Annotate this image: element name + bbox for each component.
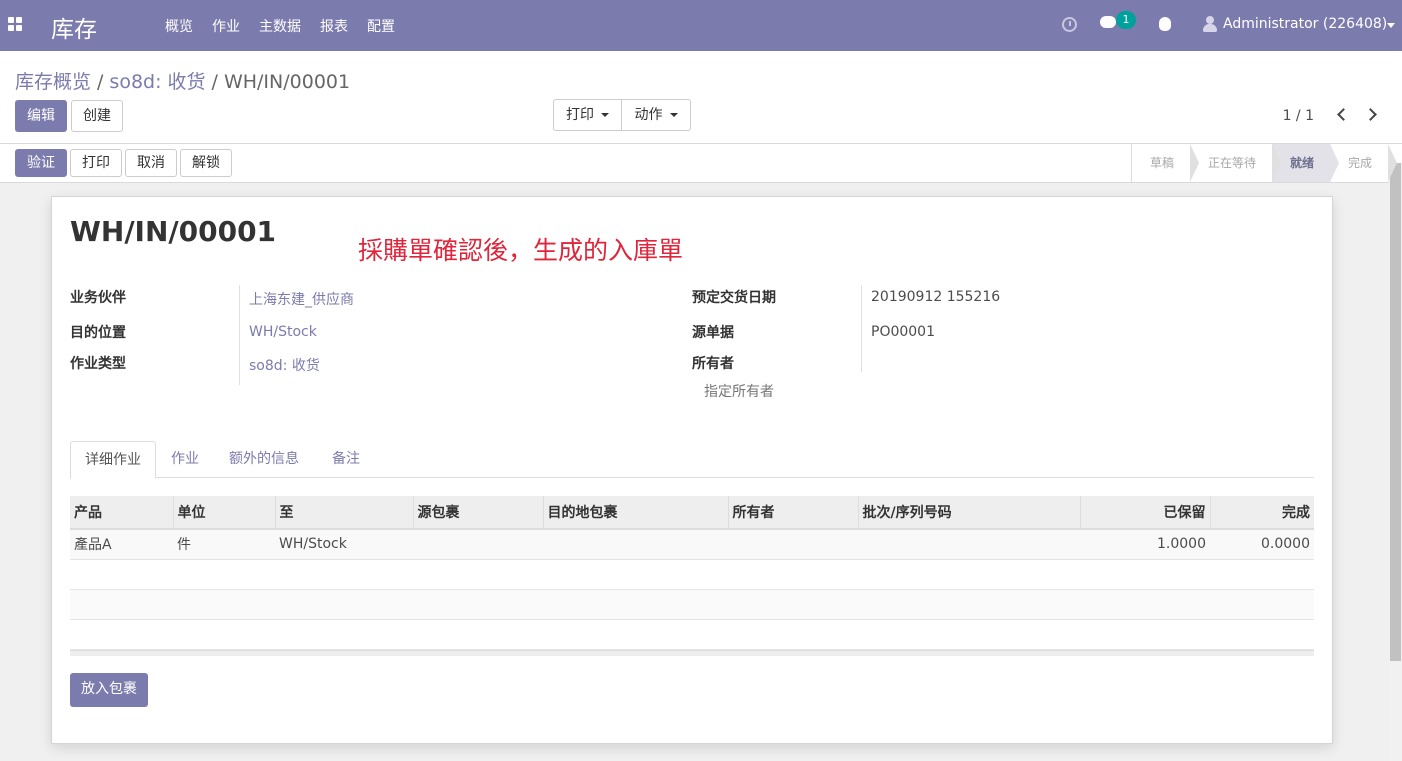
print-dropdown[interactable]: 打印: [553, 99, 622, 131]
table-header-row: 产品 单位 至 源包裹 目的地包裹 所有者 批次/序列号码 已保留 完成: [70, 496, 1314, 530]
pager-value[interactable]: 1 / 1: [1283, 108, 1314, 124]
pager-next-icon[interactable]: [1364, 108, 1377, 121]
breadcrumb-inventory-overview[interactable]: 库存概览: [15, 71, 91, 93]
field-divider: [861, 285, 862, 372]
column-header-uom[interactable]: 单位: [172, 496, 275, 530]
top-menu: 概览 作业 主数据 报表 配置: [165, 16, 414, 36]
column-header-owner[interactable]: 所有者: [727, 496, 858, 530]
column-header-product[interactable]: 产品: [70, 496, 173, 530]
tab-note[interactable]: 备注: [318, 441, 374, 478]
print-dropdown-label: 打印: [566, 107, 594, 123]
apps-menu-icon[interactable]: [8, 17, 22, 31]
column-header-lot-serial[interactable]: 批次/序列号码: [857, 496, 1080, 530]
activity-clock-icon[interactable]: [1062, 17, 1077, 32]
tab-additional-info[interactable]: 额外的信息: [215, 441, 313, 478]
cell-product[interactable]: 產品A: [70, 529, 173, 560]
status-bar: 验证 打印 取消 解锁 草稿 正在等待 就绪 完成: [0, 144, 1402, 183]
column-header-destination-package[interactable]: 目的地包裹: [542, 496, 728, 530]
validate-button[interactable]: 验证: [15, 149, 67, 177]
action-dropdown[interactable]: 动作: [621, 99, 691, 131]
column-header-done[interactable]: 完成: [1209, 496, 1314, 530]
table-row[interactable]: 產品A 件 WH/Stock 1.0000 0.0000: [70, 529, 1314, 560]
empty-cell: [70, 559, 1314, 590]
source-document-label: 源单据: [692, 325, 734, 341]
empty-row: [70, 589, 1314, 620]
cell-to[interactable]: WH/Stock: [275, 529, 413, 560]
menu-master-data[interactable]: 主数据: [259, 16, 301, 36]
table-footer: [70, 650, 1314, 656]
breadcrumb-separator: /: [211, 71, 218, 93]
cell-reserved[interactable]: 1.0000: [1080, 529, 1210, 560]
unlock-button[interactable]: 解锁: [180, 149, 232, 177]
user-avatar-icon[interactable]: [1203, 16, 1217, 33]
stage-draft: 草稿: [1131, 144, 1199, 182]
breadcrumb: 库存概览 / so8d: 收货 / WH/IN/00001: [15, 67, 350, 94]
partner-field[interactable]: 上海东建_供应商: [249, 289, 354, 309]
operation-type-label: 作业类型: [70, 356, 126, 372]
empty-cell: [70, 619, 1314, 650]
pager-previous-icon[interactable]: [1337, 108, 1350, 121]
cell-done[interactable]: 0.0000: [1210, 529, 1314, 560]
menu-configuration[interactable]: 配置: [367, 16, 395, 36]
operation-type-field[interactable]: so8d: 收货: [249, 355, 320, 375]
empty-row: [70, 619, 1314, 650]
cell-lot-serial[interactable]: [858, 529, 1080, 560]
owner-label: 所有者: [692, 356, 734, 372]
menu-operations[interactable]: 作业: [212, 16, 240, 36]
cell-uom[interactable]: 件: [173, 529, 275, 560]
destination-field[interactable]: WH/Stock: [249, 324, 317, 340]
page-scrollbar[interactable]: [1389, 163, 1402, 761]
owner-placeholder[interactable]: 指定所有者: [704, 381, 774, 401]
scrollbar-thumb[interactable]: [1390, 163, 1401, 661]
breadcrumb-separator: /: [97, 71, 104, 93]
column-header-reserved[interactable]: 已保留: [1079, 496, 1210, 530]
field-divider: [239, 285, 240, 385]
user-menu[interactable]: Administrator (226408): [1223, 16, 1387, 32]
print-button[interactable]: 打印: [70, 149, 122, 177]
breadcrumb-current: WH/IN/00001: [223, 71, 351, 93]
cell-owner[interactable]: [728, 529, 858, 560]
debug-bug-icon[interactable]: [1159, 17, 1171, 31]
notebook-tabs: 详细作业 作业 额外的信息 备注: [70, 441, 1314, 479]
tab-detailed-operations[interactable]: 详细作业: [70, 441, 156, 479]
column-header-to[interactable]: 至: [274, 496, 413, 530]
source-document-field[interactable]: PO00001: [871, 324, 935, 340]
edit-button[interactable]: 编辑: [15, 100, 67, 132]
messages-icon[interactable]: [1100, 16, 1116, 28]
caret-down-icon: [601, 113, 609, 117]
action-dropdown-label: 动作: [634, 107, 663, 123]
stage-waiting: 正在等待: [1189, 144, 1281, 182]
empty-row: [70, 559, 1314, 590]
menu-reporting[interactable]: 报表: [320, 16, 348, 36]
annotation-text: 採購單確認後，生成的入庫單: [358, 236, 684, 265]
column-header-source-package[interactable]: 源包裹: [412, 496, 543, 530]
move-lines-table: 产品 单位 至 源包裹 目的地包裹 所有者 批次/序列号码 已保留 完成 產品A…: [70, 496, 1314, 650]
control-panel: 库存概览 / so8d: 收货 / WH/IN/00001 编辑 创建 打印 动作 1 …: [0, 51, 1402, 144]
put-in-pack-button[interactable]: 放入包裹: [70, 673, 148, 707]
record-title: WH/IN/00001: [70, 215, 277, 248]
empty-cell: [70, 589, 1314, 620]
caret-down-icon: [669, 113, 678, 117]
destination-label: 目的位置: [70, 325, 126, 341]
breadcrumb-receipts[interactable]: so8d: 收货: [109, 71, 205, 93]
scheduled-date-label: 预定交货日期: [692, 290, 776, 306]
scheduled-date-field[interactable]: 20190912 155216: [871, 289, 1000, 305]
tab-operations[interactable]: 作业: [157, 441, 213, 478]
cell-source-package[interactable]: [413, 529, 543, 560]
cancel-button[interactable]: 取消: [125, 149, 177, 177]
create-button[interactable]: 创建: [71, 100, 123, 132]
form-sheet: WH/IN/00001 採購單確認後，生成的入庫單 业务伙伴 上海东建_供应商 …: [51, 196, 1333, 744]
user-menu-caret-icon[interactable]: [1387, 23, 1395, 28]
stage-bar: 草稿 正在等待 就绪 完成: [1130, 144, 1398, 182]
message-count-badge: 1: [1116, 11, 1136, 29]
menu-overview[interactable]: 概览: [165, 16, 193, 36]
partner-label: 业务伙伴: [70, 290, 126, 306]
top-navbar: 库存 概览 作业 主数据 报表 配置 1 Administrator (2264…: [0, 0, 1402, 51]
app-brand[interactable]: 库存: [51, 10, 97, 44]
cell-destination-package[interactable]: [543, 529, 728, 560]
